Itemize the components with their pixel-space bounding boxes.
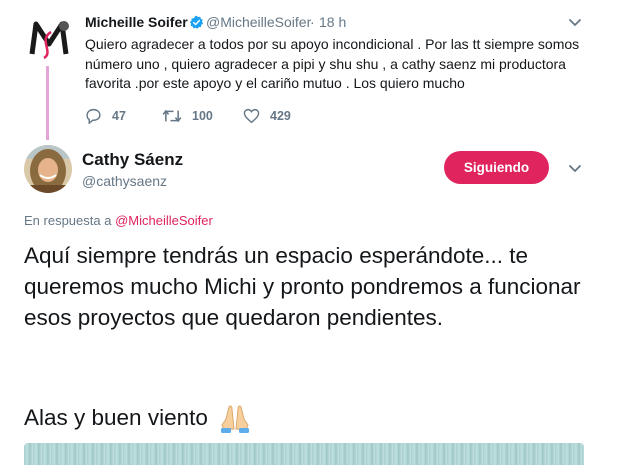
reply-author-name[interactable]: Cathy Sáenz xyxy=(82,150,183,170)
parent-author-avatar[interactable] xyxy=(24,14,74,64)
retweet-count: 100 xyxy=(192,109,213,123)
reply-author-avatar[interactable] xyxy=(24,145,72,193)
retweet-action[interactable]: 100 xyxy=(162,107,213,125)
chevron-down-icon[interactable] xyxy=(568,164,582,174)
reply-action[interactable]: 47 xyxy=(85,107,126,125)
in-reply-to-line: En respuesta a @MicheilleSoifer xyxy=(24,213,213,228)
like-count: 429 xyxy=(270,109,291,123)
folded-hands-emoji xyxy=(220,404,249,433)
reply-prefix: En respuesta a xyxy=(24,213,112,228)
micheille-logo xyxy=(24,14,74,64)
verified-badge-icon xyxy=(189,15,204,29)
retweet-icon xyxy=(162,109,182,123)
like-action[interactable]: 429 xyxy=(243,107,291,125)
tweet-timestamp[interactable]: 18 h xyxy=(319,14,346,30)
parent-author-name[interactable]: Micheille Soifer xyxy=(85,14,188,30)
profile-photo xyxy=(24,145,72,193)
reply-author-handle[interactable]: @cathysaenz xyxy=(82,173,167,189)
reply-tweet-text: Aquí siempre tendrás un espacio esperánd… xyxy=(24,243,581,330)
parent-tweet-text: Quiero agradecer a todos por su apoyo in… xyxy=(85,36,580,91)
attached-media-preview[interactable] xyxy=(24,443,584,465)
reply-count: 47 xyxy=(112,109,126,123)
closing-text: Alas y buen viento xyxy=(24,405,208,430)
reply-tweet-closing-line: Alas y buen viento xyxy=(24,402,252,433)
separator-dot: · xyxy=(310,14,315,30)
reply-icon xyxy=(86,108,101,124)
chevron-down-icon[interactable] xyxy=(568,18,582,28)
parent-author-handle[interactable]: @MicheilleSoifer xyxy=(206,14,311,30)
reply-mention-link[interactable]: @MicheilleSoifer xyxy=(115,213,213,228)
following-button[interactable]: Siguiendo xyxy=(444,151,549,184)
thread-connector-line xyxy=(46,66,49,140)
heart-icon xyxy=(243,108,260,124)
